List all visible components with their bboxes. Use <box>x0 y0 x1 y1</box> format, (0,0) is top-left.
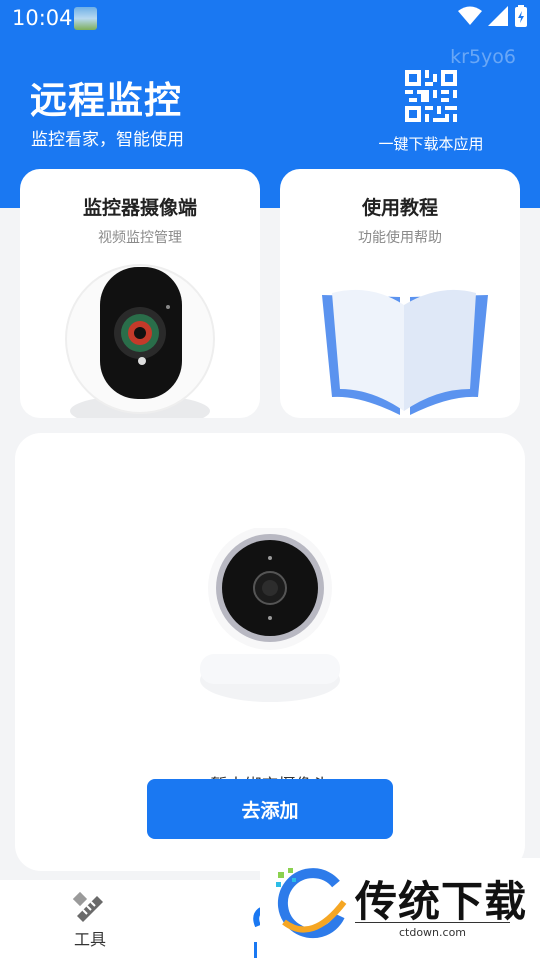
nav-label-tools: 工具 <box>73 930 106 949</box>
tool-icon <box>73 891 103 922</box>
tutorial-card[interactable]: 使用教程 功能使用帮助 <box>280 169 520 418</box>
site-logo-icon <box>276 868 347 939</box>
card-subtitle: 功能使用帮助 <box>358 230 442 246</box>
site-watermark-url: ctdown.com <box>355 922 510 939</box>
battery-icon <box>515 5 527 27</box>
page-title: 远程监控 <box>30 79 182 122</box>
add-camera-button[interactable]: 去添加 <box>147 779 393 839</box>
qr-code-icon[interactable] <box>405 70 457 122</box>
status-time: 10:04 <box>12 6 73 30</box>
page-subtitle: 监控看家，智能使用 <box>31 130 184 150</box>
wifi-icon <box>458 6 482 25</box>
card-title: 监控器摄像端 <box>82 197 197 219</box>
dome-camera-icon <box>200 528 340 702</box>
qr-download-label[interactable]: 一键下载本应用 <box>366 133 496 154</box>
site-watermark: 传统下载 ctdown.com <box>260 858 540 960</box>
camera-side-card[interactable]: 监控器摄像端 视频监控管理 <box>20 169 260 418</box>
camera-illustration-icon <box>65 264 215 418</box>
card-subtitle: 视频监控管理 <box>98 230 182 246</box>
card-title: 使用教程 <box>361 197 438 219</box>
watermark-text: kr5yo6 <box>450 46 516 68</box>
status-bar: 10:04 <box>0 0 540 36</box>
status-icons <box>458 5 528 27</box>
nav-item-tools[interactable]: 工具 <box>60 890 120 950</box>
notification-thumbnail-icon <box>74 7 97 30</box>
site-watermark-title: 传统下载 <box>355 877 528 926</box>
book-illustration-icon <box>322 289 488 415</box>
signal-icon <box>488 6 508 26</box>
